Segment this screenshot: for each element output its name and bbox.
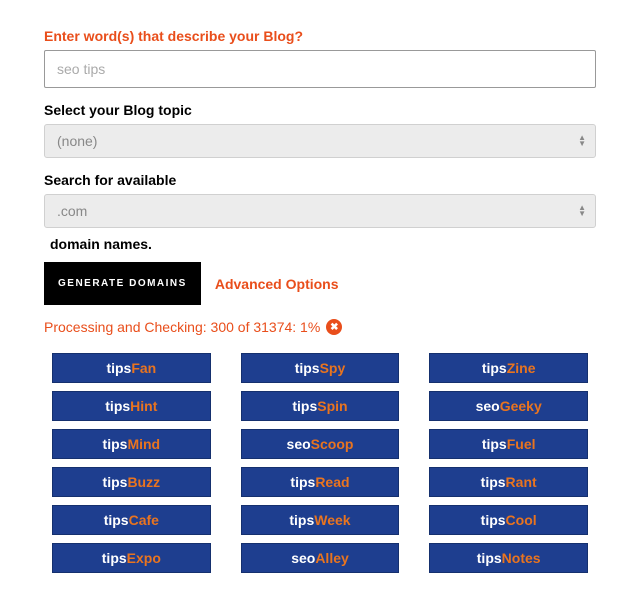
domain-prefix: tips: [103, 436, 128, 452]
domain-suffix: Mind: [127, 436, 160, 452]
tld-label: Search for available: [44, 172, 596, 188]
domain-prefix: tips: [290, 474, 315, 490]
tld-suffix-label: domain names.: [50, 236, 596, 252]
domain-tile[interactable]: seoAlley: [241, 543, 400, 573]
domain-tile[interactable]: tipsSpin: [241, 391, 400, 421]
tld-select[interactable]: .com: [44, 194, 596, 228]
topic-label: Select your Blog topic: [44, 102, 596, 118]
advanced-options-link[interactable]: Advanced Options: [215, 276, 339, 292]
status-text: Processing and Checking: 300 of 31374: 1…: [44, 319, 320, 335]
domain-prefix: seo: [287, 436, 311, 452]
close-icon[interactable]: ✖: [326, 319, 342, 335]
domain-prefix: seo: [291, 550, 315, 566]
domain-suffix: Geeky: [500, 398, 542, 414]
domain-suffix: Spy: [320, 360, 346, 376]
domain-suffix: Week: [314, 512, 350, 528]
domain-suffix: Read: [315, 474, 349, 490]
domain-prefix: tips: [292, 398, 317, 414]
domain-prefix: tips: [481, 474, 506, 490]
domain-suffix: Scoop: [311, 436, 354, 452]
domain-tile[interactable]: tipsCafe: [52, 505, 211, 535]
domain-tile[interactable]: tipsBuzz: [52, 467, 211, 497]
domain-suffix: Cool: [506, 512, 537, 528]
results-grid: tipsFantipsSpytipsZinetipsHinttipsSpinse…: [44, 353, 596, 573]
domain-tile[interactable]: tipsZine: [429, 353, 588, 383]
domain-tile[interactable]: tipsFuel: [429, 429, 588, 459]
domain-suffix: Rant: [506, 474, 537, 490]
domain-suffix: Buzz: [127, 474, 160, 490]
domain-prefix: tips: [104, 512, 129, 528]
domain-tile[interactable]: tipsHint: [52, 391, 211, 421]
domain-prefix: tips: [482, 436, 507, 452]
domain-prefix: tips: [105, 398, 130, 414]
topic-select[interactable]: (none): [44, 124, 596, 158]
domain-tile[interactable]: tipsExpo: [52, 543, 211, 573]
domain-tile[interactable]: tipsCool: [429, 505, 588, 535]
domain-tile[interactable]: tipsRant: [429, 467, 588, 497]
domain-tile[interactable]: tipsSpy: [241, 353, 400, 383]
domain-suffix: Fuel: [507, 436, 536, 452]
domain-suffix: Zine: [507, 360, 536, 376]
domain-suffix: Spin: [317, 398, 347, 414]
keywords-input[interactable]: [44, 50, 596, 88]
domain-suffix: Fan: [131, 360, 156, 376]
domain-prefix: tips: [482, 360, 507, 376]
domain-prefix: tips: [103, 474, 128, 490]
domain-prefix: tips: [481, 512, 506, 528]
domain-prefix: tips: [477, 550, 502, 566]
domain-suffix: Cafe: [129, 512, 159, 528]
domain-tile[interactable]: tipsNotes: [429, 543, 588, 573]
domain-tile[interactable]: tipsFan: [52, 353, 211, 383]
domain-prefix: tips: [289, 512, 314, 528]
domain-tile[interactable]: seoScoop: [241, 429, 400, 459]
domain-tile[interactable]: tipsRead: [241, 467, 400, 497]
domain-suffix: Alley: [315, 550, 348, 566]
domain-tile[interactable]: tipsWeek: [241, 505, 400, 535]
generate-button[interactable]: GENERATE DOMAINS: [44, 262, 201, 305]
domain-suffix: Expo: [127, 550, 161, 566]
domain-prefix: seo: [476, 398, 500, 414]
domain-prefix: tips: [295, 360, 320, 376]
domain-suffix: Notes: [502, 550, 541, 566]
domain-tile[interactable]: seoGeeky: [429, 391, 588, 421]
domain-prefix: tips: [102, 550, 127, 566]
domain-prefix: tips: [106, 360, 131, 376]
domain-suffix: Hint: [130, 398, 157, 414]
domain-tile[interactable]: tipsMind: [52, 429, 211, 459]
prompt-label: Enter word(s) that describe your Blog?: [44, 28, 596, 44]
